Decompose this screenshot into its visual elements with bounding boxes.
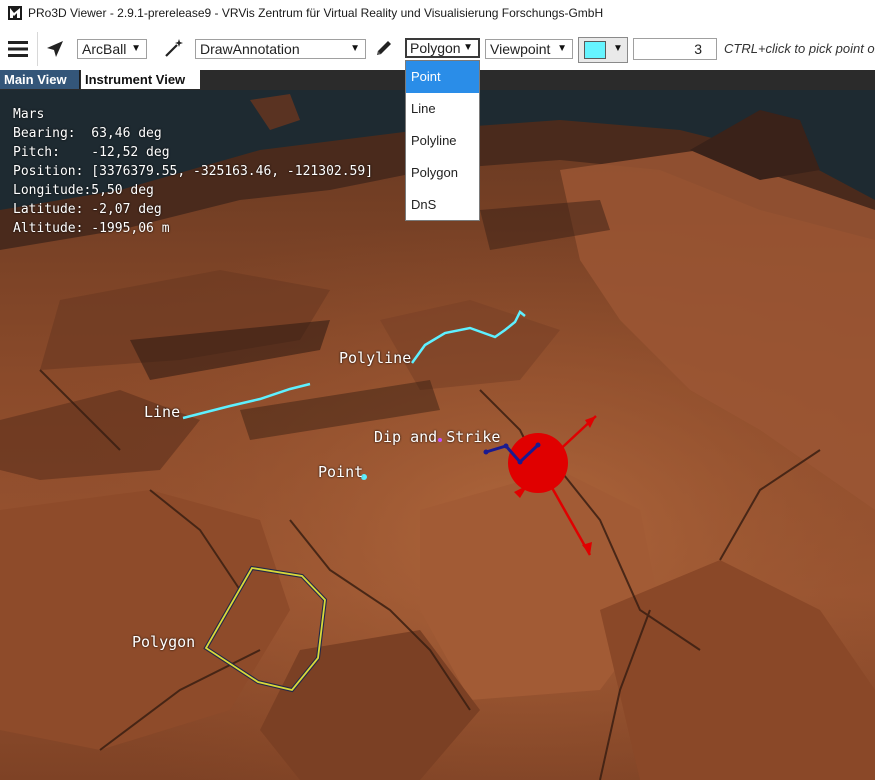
pencil-icon[interactable] (374, 38, 394, 61)
dropdown-option-polygon[interactable]: Polygon (406, 157, 479, 189)
hamburger-menu-icon[interactable] (8, 40, 28, 61)
info-longitude: Longitude:5,50 deg (13, 183, 154, 198)
geometry-type-select[interactable]: Polygon ▼ (405, 38, 480, 58)
dip-and-strike-label: Dip and Strike (374, 428, 501, 446)
interaction-mode-value: DrawAnnotation (200, 41, 300, 57)
thickness-input[interactable] (633, 38, 717, 60)
info-bearing: Bearing: 63,46 deg (13, 126, 162, 141)
chevron-down-icon: ▼ (131, 43, 141, 54)
app-logo-icon (8, 6, 22, 20)
navigation-arrow-icon[interactable] (46, 40, 64, 61)
tab-main-view[interactable]: Main View (0, 70, 80, 89)
line-label: Line (144, 403, 181, 421)
toolbar-divider (37, 32, 38, 66)
interaction-mode-select[interactable]: DrawAnnotation ▼ (195, 39, 366, 59)
dropdown-option-polyline[interactable]: Polyline (406, 125, 479, 157)
color-swatch (584, 41, 606, 59)
polygon-label: Polygon (132, 633, 196, 651)
magic-wand-icon[interactable] (164, 38, 184, 61)
title-bar: PRo3D Viewer - 2.9.1-prerelease9 - VRVis… (0, 0, 875, 28)
info-latitude: Latitude: -2,07 deg (13, 202, 162, 217)
chevron-down-icon: ▼ (463, 42, 473, 53)
dropdown-option-line[interactable]: Line (406, 93, 479, 125)
chevron-down-icon: ▼ (350, 43, 360, 54)
projection-value: Viewpoint (490, 41, 551, 57)
info-position: Position: [3376379.55, -325163.46, -1213… (13, 164, 374, 179)
navigation-mode-select[interactable]: ArcBall ▼ (77, 39, 147, 59)
polyline-label: Polyline (339, 349, 412, 367)
dropdown-option-dns[interactable]: DnS (406, 189, 479, 221)
info-planet: Mars (13, 107, 45, 122)
color-picker-button[interactable]: ▼ (578, 37, 628, 63)
tab-instrument-view[interactable]: Instrument View (81, 70, 200, 89)
geometry-type-value: Polygon (410, 40, 461, 56)
info-pitch: Pitch: -12,52 deg (13, 145, 170, 160)
hint-text: CTRL+click to pick point on (724, 41, 875, 56)
navigation-mode-value: ArcBall (82, 41, 127, 57)
window-title: PRo3D Viewer - 2.9.1-prerelease9 - VRVis… (28, 6, 604, 20)
dropdown-option-point[interactable]: Point (406, 61, 479, 93)
info-altitude: Altitude: -1995,06 m (13, 221, 170, 236)
geometry-type-dropdown: Point Line Polyline Polygon DnS (405, 60, 480, 221)
chevron-down-icon: ▼ (613, 43, 623, 54)
point-label: Point (318, 463, 364, 481)
projection-select[interactable]: Viewpoint ▼ (485, 39, 573, 59)
chevron-down-icon: ▼ (557, 43, 567, 54)
